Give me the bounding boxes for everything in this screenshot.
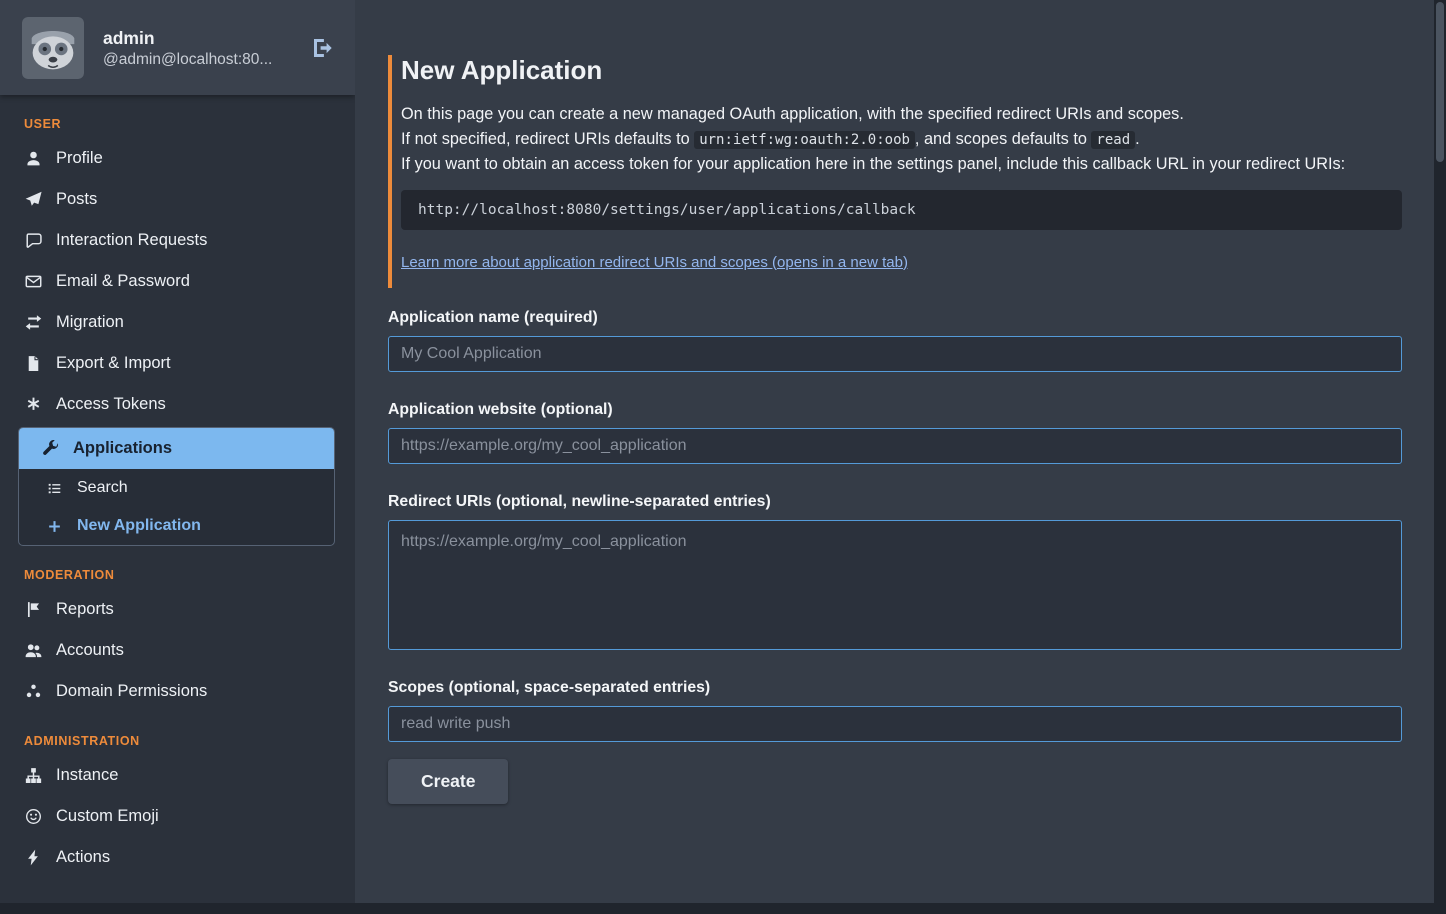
sidebar-item-reports[interactable]: Reports <box>0 589 355 630</box>
user-icon <box>24 150 42 167</box>
app-root: admin @admin@localhost:80... USER Profil… <box>0 0 1446 914</box>
avatar <box>22 17 84 79</box>
section-label-moderation: MODERATION <box>24 568 355 582</box>
sidebar-item-export-import[interactable]: Export & Import <box>0 343 355 384</box>
sidebar-item-posts[interactable]: Posts <box>0 179 355 220</box>
sidebar-item-access-tokens[interactable]: Access Tokens <box>0 384 355 425</box>
paper-plane-icon <box>24 191 42 208</box>
application-name-field: Application name (required) <box>388 309 1402 372</box>
sidebar-item-applications-search[interactable]: Search <box>19 469 334 507</box>
application-website-input[interactable] <box>388 428 1402 464</box>
nav-label: Applications <box>73 439 172 458</box>
file-export-icon <box>24 355 42 372</box>
sidebar-item-applications[interactable]: Applications <box>19 428 334 469</box>
horizontal-scrollbar[interactable] <box>0 903 1446 914</box>
scopes-input[interactable] <box>388 706 1402 742</box>
sidebar-item-instance[interactable]: Instance <box>0 755 355 796</box>
applications-submenu: Search New Application <box>19 469 334 545</box>
sidebar-item-custom-emoji[interactable]: Custom Emoji <box>0 796 355 837</box>
nav-label: Access Tokens <box>56 395 166 414</box>
nav-label: Profile <box>56 149 103 168</box>
sidebar-item-email-password[interactable]: Email & Password <box>0 261 355 302</box>
section-label-user: USER <box>24 117 355 131</box>
logout-icon[interactable] <box>311 36 335 60</box>
nav-label: Reports <box>56 600 114 619</box>
dots-icon <box>24 683 42 700</box>
plus-icon <box>45 519 63 534</box>
nav-label: Custom Emoji <box>56 807 159 826</box>
nav-label: Interaction Requests <box>56 231 207 250</box>
inline-code-read: read <box>1091 131 1135 149</box>
asterisk-icon <box>24 396 42 413</box>
scopes-label: Scopes (optional, space-separated entrie… <box>388 679 1402 697</box>
nav-label: Posts <box>56 190 97 209</box>
nav-label: New Application <box>77 517 201 535</box>
new-application-form: Application name (required) Application … <box>388 309 1402 804</box>
sidebar-item-domain-permissions[interactable]: Domain Permissions <box>0 671 355 712</box>
redirect-uris-field: Redirect URIs (optional, newline-separat… <box>388 493 1402 650</box>
smiley-icon <box>24 808 42 825</box>
flag-icon <box>24 601 42 618</box>
page-title: New Application <box>401 55 1402 86</box>
users-icon <box>24 642 42 659</box>
nav-label: Actions <box>56 848 110 867</box>
create-button[interactable]: Create <box>388 759 508 804</box>
sidebar-item-actions[interactable]: Actions <box>0 837 355 878</box>
application-name-label: Application name (required) <box>388 309 1402 327</box>
scopes-field: Scopes (optional, space-separated entrie… <box>388 679 1402 742</box>
intro-line-3: If you want to obtain an access token fo… <box>401 152 1402 177</box>
applications-group: Applications Search New Application <box>18 427 335 546</box>
intro-line-2: If not specified, redirect URIs defaults… <box>401 127 1402 153</box>
callback-url-code: http://localhost:8080/settings/user/appl… <box>401 190 1402 230</box>
sitemap-icon <box>24 767 42 784</box>
learn-more-link[interactable]: Learn more about application redirect UR… <box>401 254 908 271</box>
sidebar-item-profile[interactable]: Profile <box>0 138 355 179</box>
application-website-field: Application website (optional) <box>388 401 1402 464</box>
intro-text: On this page you can create a new manage… <box>401 102 1402 177</box>
inline-code-oob: urn:ietf:wg:oauth:2.0:oob <box>694 131 915 149</box>
vertical-scrollbar-thumb[interactable] <box>1436 2 1444 162</box>
user-handle: @admin@localhost:80... <box>103 51 272 69</box>
sidebar-item-interaction-requests[interactable]: Interaction Requests <box>0 220 355 261</box>
list-icon <box>45 481 63 496</box>
page-header: New Application On this page you can cre… <box>388 55 1402 288</box>
redirect-uris-textarea[interactable] <box>388 520 1402 650</box>
transfer-icon <box>24 314 42 331</box>
application-name-input[interactable] <box>388 336 1402 372</box>
vertical-scrollbar[interactable] <box>1434 0 1446 914</box>
bolt-icon <box>24 849 42 866</box>
nav-label: Instance <box>56 766 118 785</box>
section-label-administration: ADMINISTRATION <box>24 734 355 748</box>
application-website-label: Application website (optional) <box>388 401 1402 419</box>
nav-label: Export & Import <box>56 354 171 373</box>
nav-label: Domain Permissions <box>56 682 207 701</box>
sidebar-item-new-application[interactable]: New Application <box>19 507 334 545</box>
nav-label: Migration <box>56 313 124 332</box>
intro-line-1: On this page you can create a new manage… <box>401 102 1402 127</box>
sidebar-item-accounts[interactable]: Accounts <box>0 630 355 671</box>
nav-label: Accounts <box>56 641 124 660</box>
envelope-icon <box>24 273 42 290</box>
user-info: admin @admin@localhost:80... <box>103 26 272 69</box>
username: admin <box>103 26 272 51</box>
nav-label: Email & Password <box>56 272 190 291</box>
user-card: admin @admin@localhost:80... <box>0 0 355 95</box>
main-content: New Application On this page you can cre… <box>355 0 1446 914</box>
redirect-uris-label: Redirect URIs (optional, newline-separat… <box>388 493 1402 511</box>
sidebar: admin @admin@localhost:80... USER Profil… <box>0 0 355 914</box>
wrench-icon <box>41 440 59 457</box>
comment-icon <box>24 232 42 249</box>
sidebar-item-migration[interactable]: Migration <box>0 302 355 343</box>
nav-label: Search <box>77 479 128 497</box>
